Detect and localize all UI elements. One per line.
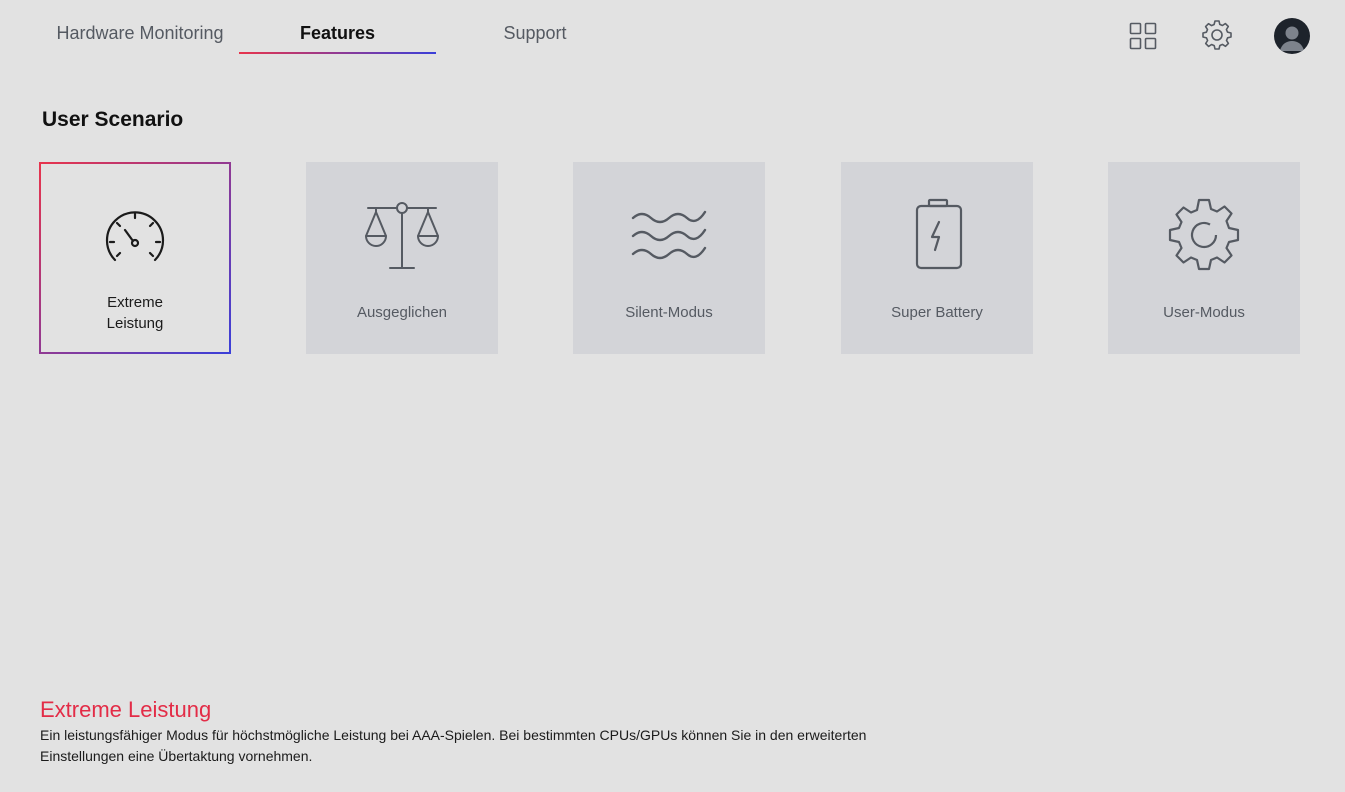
tab-hardware-monitoring[interactable]: Hardware Monitoring [40, 20, 240, 54]
scenario-label: User-Modus [1163, 304, 1245, 321]
speedometer-icon [95, 198, 175, 278]
gear-icon[interactable] [1199, 17, 1235, 53]
scenario-label: Silent-Modus [625, 304, 713, 321]
balance-scale-icon [362, 198, 442, 278]
scenario-card-super-battery[interactable]: Super Battery [841, 162, 1033, 354]
waves-icon [629, 198, 709, 278]
scenario-label: Ausgeglichen [356, 304, 448, 321]
scenario-card-ausgeglichen[interactable]: Ausgeglichen [306, 162, 498, 354]
description-text: Ein leistungsfähiger Modus für höchstmög… [40, 727, 867, 764]
active-tab-indicator [239, 52, 436, 54]
scenario-card-extreme-leistung[interactable]: Extreme Leistung [39, 162, 231, 354]
battery-bolt-icon [897, 198, 977, 278]
avatar-icon[interactable] [1274, 18, 1310, 54]
tab-label: Features [299, 23, 376, 43]
description-title: Extreme Leistung [40, 697, 212, 722]
tab-label: Hardware Monitoring [56, 23, 224, 43]
gear-icon [1164, 198, 1244, 278]
scenario-card-silent-modus[interactable]: Silent-Modus [573, 162, 765, 354]
scenario-label: Extreme Leistung [106, 294, 164, 332]
grid-icon[interactable] [1125, 17, 1161, 53]
tab-label: Support [503, 23, 567, 43]
tab-support[interactable]: Support [455, 20, 615, 54]
section-title: User Scenario [42, 108, 184, 131]
scenario-card-user-modus[interactable]: User-Modus [1108, 162, 1300, 354]
scenario-label: Super Battery [891, 304, 983, 321]
tab-features[interactable]: Features [239, 20, 436, 54]
top-navigation-bar: Hardware Monitoring Features Support [0, 0, 1345, 70]
